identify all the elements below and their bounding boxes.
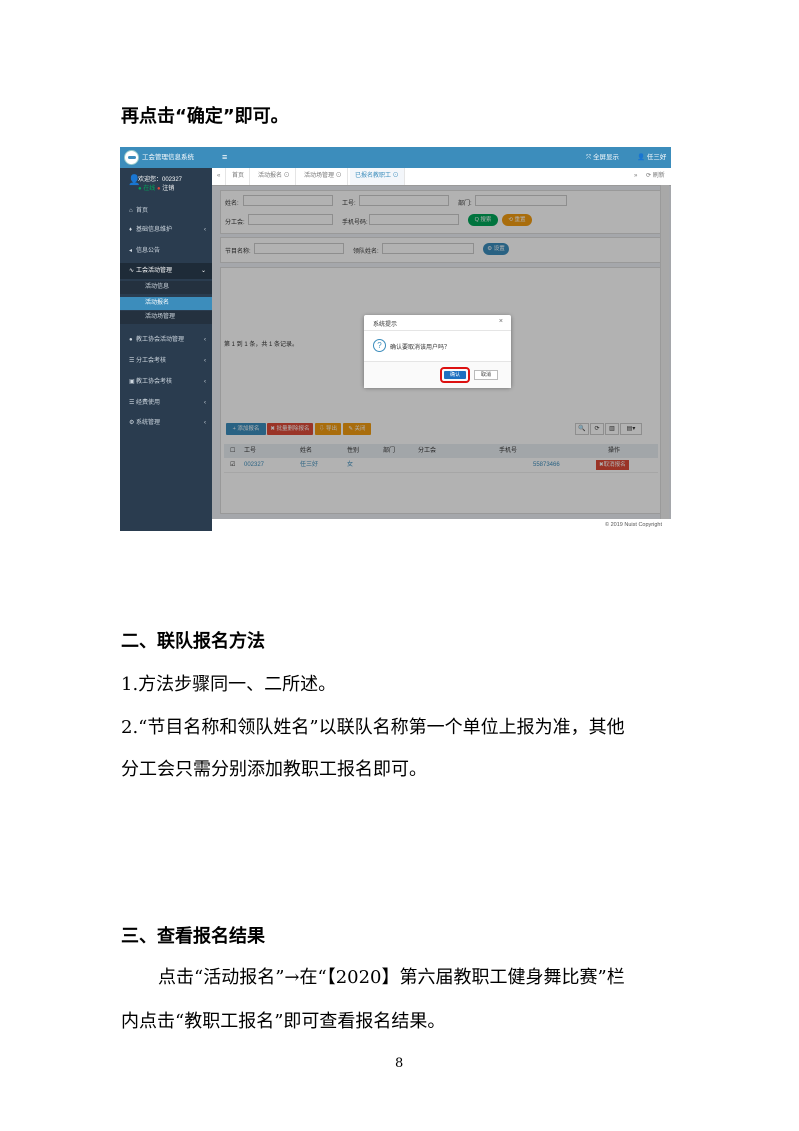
section3-p1b: 内点击“教职工报名”即可查看报名结果。 xyxy=(121,1011,446,1032)
menu-toggle-icon[interactable]: ≡ xyxy=(222,147,227,168)
sidebar-subitem-activity-signup[interactable]: 活动报名 xyxy=(120,297,212,310)
section3-p1a: 点击“活动报名”→在“【2020】第六届教职工健身舞比赛”栏 xyxy=(158,967,625,988)
section2-p2a: 2.“节目名称和领队姓名”以联队名称第一个单位上报为准，其他 xyxy=(121,717,625,738)
embedded-screenshot: 工会管理信息系统 👤 欢迎您：002327 ● 在线 ● 注销 ⌂ 首页 ♦ 基础信… xyxy=(120,147,671,531)
tab-registered-staff[interactable]: 已报名教职工 ⊙ xyxy=(350,168,405,185)
welcome-text: 欢迎您：002327 xyxy=(138,177,183,183)
chevron-left-icon: ‹ xyxy=(204,400,206,406)
sidebar-subitem-activity-site[interactable]: 活动场管理 xyxy=(120,311,212,324)
activity-icon: ∿ xyxy=(129,268,135,274)
expand-icon: ⤧ xyxy=(586,154,594,161)
fullscreen-button[interactable]: ⤧ 全屏显示 xyxy=(586,147,619,168)
sidebar: 工会管理信息系统 👤 欢迎您：002327 ● 在线 ● 注销 ⌂ 首页 ♦ 基础信… xyxy=(120,147,212,531)
page-number: 8 xyxy=(395,1056,404,1071)
sidebar-item-teacher-assoc[interactable]: ● 教工协会活动管理 ‹ xyxy=(120,332,212,348)
section3-heading: 三、查看报名结果 xyxy=(121,926,265,947)
app-footer: © 2019 Nuist Copyright xyxy=(212,519,671,531)
tab-bar: « 首页 活动报名 ⊙ 活动场管理 ⊙ 已报名教职工 ⊙ » ⟳ 刷新 xyxy=(212,168,671,186)
chevron-left-icon: ‹ xyxy=(204,379,206,385)
section2-p1: 1.方法步骤同一、二所述。 xyxy=(121,674,337,695)
refresh-button[interactable]: ⟳ 刷新 xyxy=(641,168,670,185)
sidebar-item-basic-info[interactable]: ♦ 基础信息维护 ‹ xyxy=(120,222,212,238)
logo-icon xyxy=(124,150,139,165)
app-brand: 工会管理信息系统 xyxy=(120,147,212,168)
logout-icon: ● xyxy=(156,186,161,192)
cancel-button[interactable]: 取消 xyxy=(474,370,498,380)
logout-link[interactable]: 注销 xyxy=(162,186,174,192)
chevron-down-icon: ⌄ xyxy=(200,268,206,274)
intro-text: 再点击“确定”即可。 xyxy=(121,106,289,127)
dialog-header: 系统提示 × xyxy=(364,315,511,331)
home-icon: ⌂ xyxy=(129,208,133,214)
sidebar-item-teacher-assess[interactable]: ▣ 教工协会考核 ‹ xyxy=(120,374,212,390)
chevron-left-icon: ‹ xyxy=(204,337,206,343)
chevron-left-icon: ‹ xyxy=(204,420,206,426)
sidebar-item-system[interactable]: ⚙ 系统管理 ‹ xyxy=(120,415,212,431)
copyright-text: © 2019 Nuist Copyright xyxy=(605,522,662,528)
user-menu[interactable]: 👤 任三好 xyxy=(637,147,666,168)
confirm-button[interactable]: 确认 xyxy=(444,371,466,379)
user-panel: 👤 欢迎您：002327 ● 在线 ● 注销 xyxy=(120,168,212,198)
ok-highlight: 确认 xyxy=(440,367,470,383)
confirm-dialog: 系统提示 × ? 确认要取消该用户吗？ 确认 取消 xyxy=(364,315,511,388)
card-icon: ▣ xyxy=(129,379,135,385)
user-status: ● 在线 ● 注销 xyxy=(138,183,174,192)
section2-p2b: 分工会只需分别添加教职工报名即可。 xyxy=(121,759,427,780)
tab-scroll-left[interactable]: « xyxy=(212,168,227,185)
pin-icon: ♦ xyxy=(129,227,133,233)
close-icon[interactable]: × xyxy=(499,318,503,325)
top-bar: ≡ ⤧ 全屏显示 👤 任三好 xyxy=(212,147,671,168)
online-status: ● 在线 xyxy=(138,186,156,192)
gear-icon: ⚙ xyxy=(129,420,135,426)
sidebar-item-branch-assess[interactable]: ☰ 分工会考核 ‹ xyxy=(120,353,212,369)
list-icon: ☰ xyxy=(129,400,135,406)
tab-home[interactable]: 首页 xyxy=(227,168,251,185)
speaker-icon: ◂ xyxy=(129,248,133,254)
user-icon: 👤 xyxy=(637,154,647,161)
section2-heading: 二、联队报名方法 xyxy=(121,631,265,652)
sidebar-item-union-activity[interactable]: ∿ 工会活动管理 ⌄ xyxy=(120,263,212,279)
sidebar-item-home[interactable]: ⌂ 首页 xyxy=(120,203,212,219)
dialog-message: 确认要取消该用户吗？ xyxy=(390,345,451,351)
app-title: 工会管理信息系统 xyxy=(142,154,194,161)
dialog-title: 系统提示 xyxy=(373,322,398,328)
sidebar-item-notice[interactable]: ◂ 信息公告 xyxy=(120,243,212,259)
dialog-footer: 确认 取消 xyxy=(364,361,511,388)
list-icon: ☰ xyxy=(129,358,135,364)
tab-activity-site[interactable]: 活动场管理 ⊙ xyxy=(299,168,348,185)
tab-activity-signup[interactable]: 活动报名 ⊙ xyxy=(253,168,296,185)
chevron-left-icon: ‹ xyxy=(204,227,206,233)
chevron-left-icon: ‹ xyxy=(204,358,206,364)
group-icon: ● xyxy=(129,337,133,343)
sidebar-item-expense[interactable]: ☰ 经费使用 ‹ xyxy=(120,395,212,411)
question-icon: ? xyxy=(373,339,386,352)
sidebar-subitem-activity-info[interactable]: 活动信息 xyxy=(120,281,212,294)
